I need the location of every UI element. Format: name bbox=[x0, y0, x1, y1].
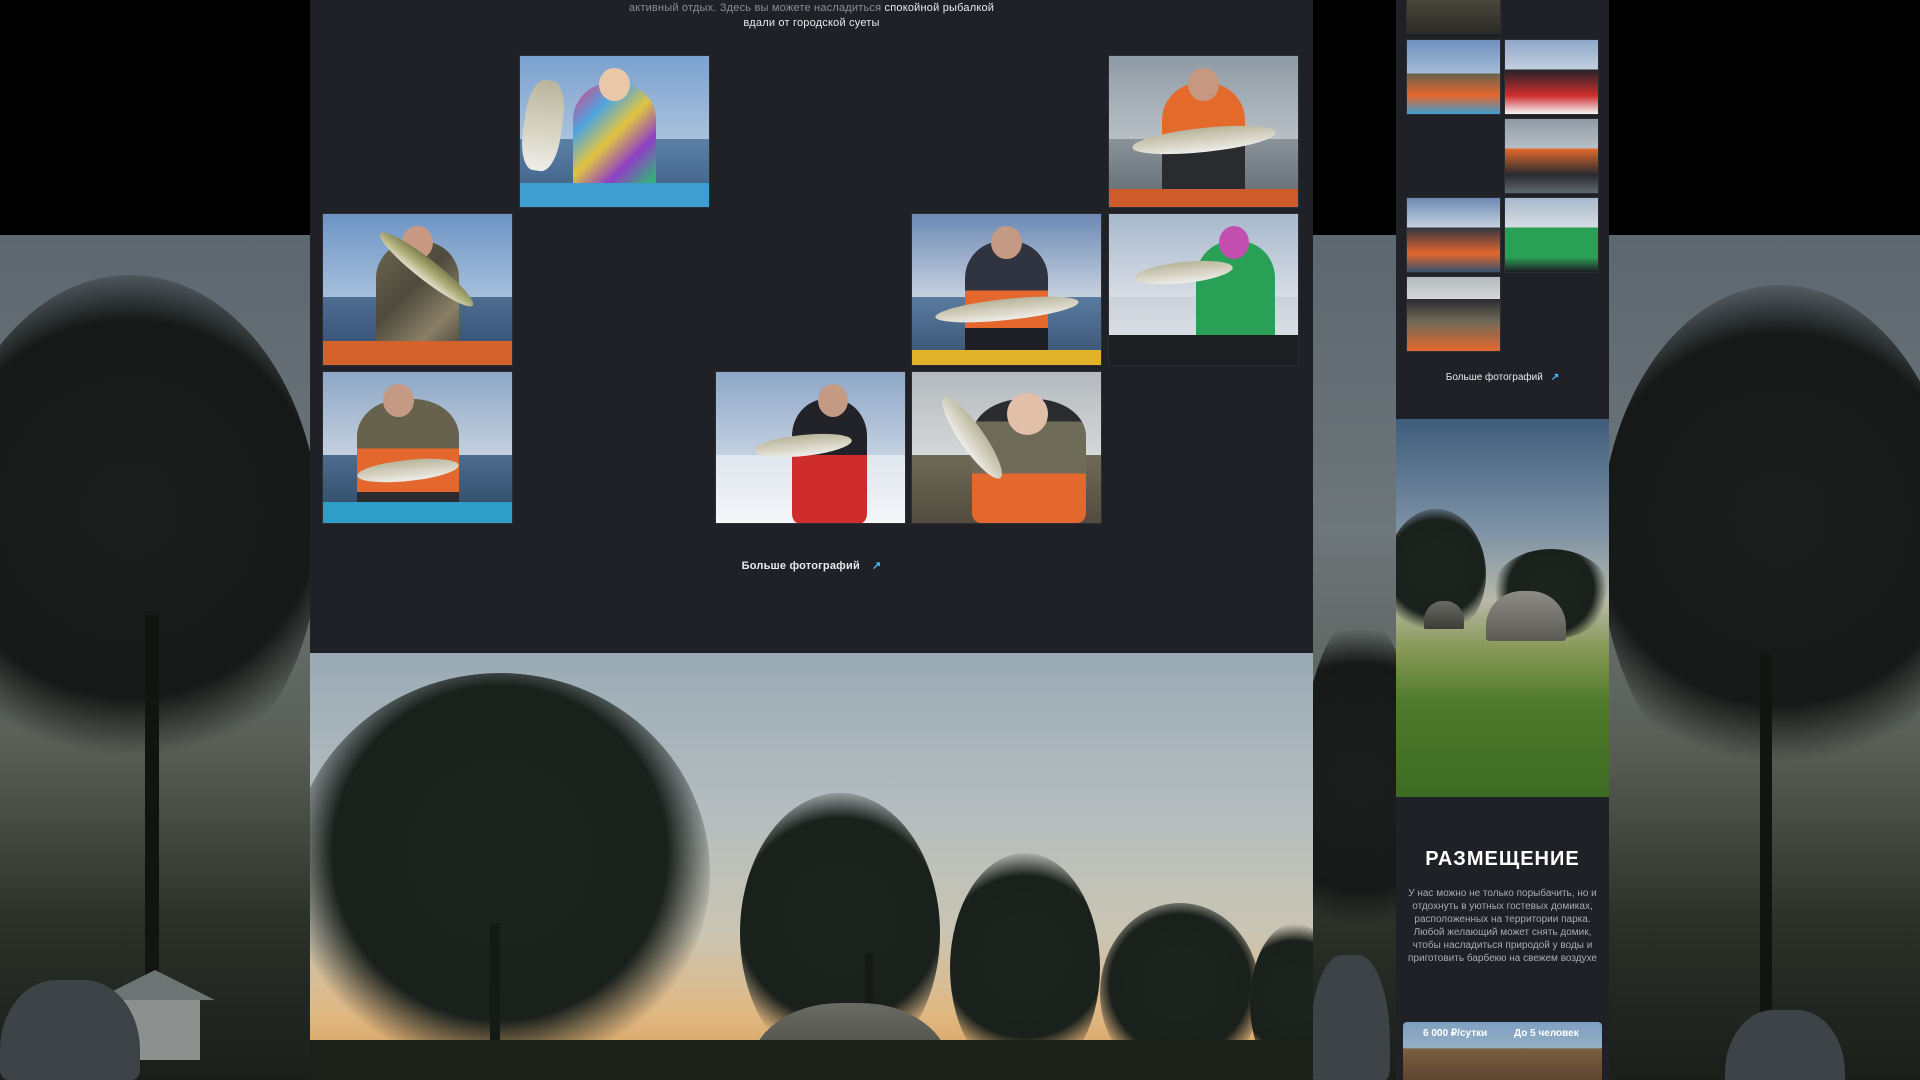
gallery-photo-man-camo-pike[interactable] bbox=[322, 213, 513, 366]
gallery-photo-man-yellow-glasses[interactable] bbox=[1108, 55, 1299, 208]
sidebar-thumb-6[interactable] bbox=[1504, 197, 1599, 273]
sidebar-camping-photo bbox=[1396, 419, 1609, 797]
cabin-capacity: До 5 человек bbox=[1514, 1028, 1579, 1039]
sidebar-column: Больше фотографий ↗ РАЗМЕЩЕНИЕ У нас можн… bbox=[1396, 0, 1609, 1080]
gallery-photo-woman-cap-pike[interactable] bbox=[911, 371, 1102, 524]
background-tent-center bbox=[1310, 955, 1390, 1080]
main-content-column: активный отдых. Здесь вы можете насладит… bbox=[310, 0, 1313, 1080]
gallery-photo-ice-zander[interactable] bbox=[715, 371, 906, 524]
sidebar-thumb-3[interactable] bbox=[1504, 39, 1599, 115]
hero-tree-left bbox=[310, 673, 710, 1073]
gallery-photo-man-cap-zander[interactable] bbox=[911, 213, 1102, 366]
sidebar-thumb-2[interactable] bbox=[1406, 39, 1501, 115]
background-tree-left bbox=[0, 275, 320, 795]
accommodation-title: РАЗМЕЩЕНИЕ bbox=[1425, 848, 1580, 870]
sidebar-more-photos-label: Больше фотографий bbox=[1445, 372, 1543, 383]
intro-text-highlight: спокойной рыбалкой bbox=[884, 2, 995, 14]
sidebar-thumb-5[interactable] bbox=[1406, 197, 1501, 273]
sidebar-hero-tent-small bbox=[1424, 601, 1464, 629]
intro-text-line-1: активный отдых. Здесь вы можете насладит… bbox=[310, 2, 1313, 14]
background-tree-trunk-left bbox=[145, 615, 159, 995]
arrow-up-right-icon: ↗ bbox=[871, 560, 882, 572]
sidebar-thumb-1[interactable] bbox=[1406, 0, 1501, 34]
sidebar-thumb-4[interactable] bbox=[1504, 118, 1599, 194]
arrow-up-right-icon: ↗ bbox=[1550, 372, 1560, 383]
sidebar-more-photos-link[interactable]: Больше фотографий ↗ bbox=[1396, 372, 1609, 383]
gallery-photo-green-hoodie-zander[interactable] bbox=[1108, 213, 1299, 366]
accommodation-description: У нас можно не только порыбачить, но и о… bbox=[1408, 888, 1597, 964]
cabin-price-card[interactable]: 6 000 ₽/сутки До 5 человек bbox=[1403, 1022, 1602, 1080]
gallery-more-photos-link[interactable]: Больше фотографий ↗ bbox=[310, 559, 1313, 572]
intro-text-line-2: вдали от городской суеты bbox=[743, 17, 880, 29]
intro-text-muted: активный отдых. Здесь вы можете насладит… bbox=[628, 2, 882, 14]
gallery-photo-woman-pink-glasses[interactable] bbox=[519, 55, 710, 208]
gallery-more-photos-label: Больше фотографий bbox=[741, 560, 860, 572]
sidebar-thumb-7[interactable] bbox=[1406, 276, 1501, 352]
hero-ground bbox=[310, 1040, 1313, 1080]
background-tent-right bbox=[1725, 1010, 1845, 1080]
cabin-price: 6 000 ₽/сутки bbox=[1423, 1028, 1488, 1039]
background-tree-trunk-right bbox=[1760, 655, 1772, 1015]
background-tent-left bbox=[0, 980, 140, 1080]
gallery-photo-man-cap-fish-boat[interactable] bbox=[322, 371, 513, 524]
camping-hero-photo bbox=[310, 653, 1313, 1080]
